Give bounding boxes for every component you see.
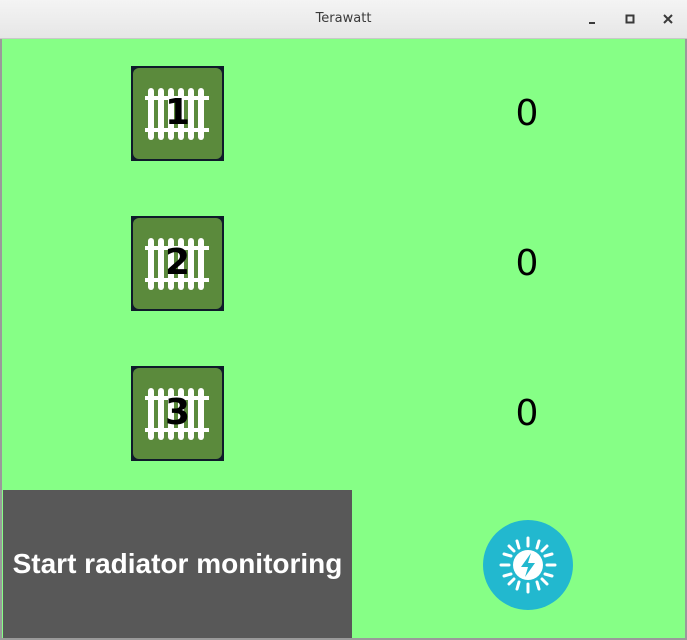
solar-power-icon	[499, 536, 557, 594]
radiator-tile: 3	[133, 368, 222, 459]
radiator-tile: 1	[133, 68, 222, 159]
radiator-button-3[interactable]: 3	[131, 366, 224, 461]
close-icon	[663, 14, 673, 24]
maximize-icon	[625, 14, 635, 24]
radiator-button-1[interactable]: 1	[131, 66, 224, 161]
app-window: Terawatt 1 0 2 0 3 0 Start radiator moni…	[0, 0, 687, 640]
radiator-number: 3	[164, 392, 191, 433]
main-content: 1 0 2 0 3 0 Start radiator monitoring	[2, 39, 685, 638]
radiator-number: 2	[164, 242, 191, 283]
close-button[interactable]	[660, 11, 676, 27]
radiator-value-1: 0	[515, 93, 539, 134]
start-monitoring-button[interactable]: Start radiator monitoring	[3, 490, 352, 638]
radiator-number: 1	[164, 92, 191, 133]
minimize-button[interactable]	[584, 11, 600, 27]
radiator-tile: 2	[133, 218, 222, 309]
power-button[interactable]	[483, 520, 573, 610]
maximize-button[interactable]	[622, 11, 638, 27]
radiator-value-3: 0	[515, 393, 539, 434]
title-bar: Terawatt	[0, 0, 687, 39]
radiator-value-2: 0	[515, 243, 539, 284]
minimize-icon	[589, 22, 595, 24]
radiator-button-2[interactable]: 2	[131, 216, 224, 311]
